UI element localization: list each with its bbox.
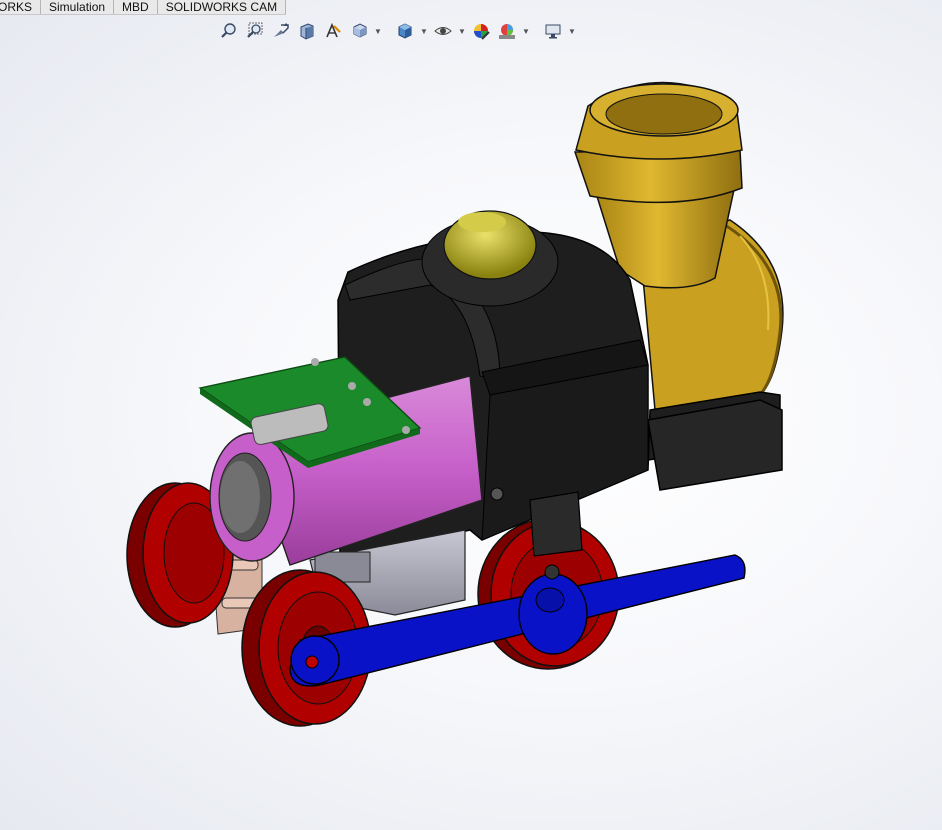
heads-up-view-toolbar: ▼ ▼ ▼ ▼ ▼ <box>218 18 576 44</box>
previous-view-icon <box>274 23 289 37</box>
chevron-down-icon: ▼ <box>568 26 576 36</box>
hide-show-items-dropdown[interactable]: ▼ <box>458 20 466 42</box>
zoom-to-area-icon <box>247 22 263 38</box>
dynamic-annotation-view-button[interactable] <box>322 20 344 42</box>
dynamic-annotation-view-icon <box>326 22 341 38</box>
chevron-down-icon: ▼ <box>420 26 428 36</box>
view-orientation-icon <box>353 23 367 38</box>
locomotive-model[interactable] <box>0 44 942 830</box>
apply-scene-icon <box>499 24 515 39</box>
chevron-down-icon: ▼ <box>522 26 530 36</box>
graphics-area[interactable] <box>0 44 942 830</box>
view-settings-dropdown[interactable]: ▼ <box>568 20 576 42</box>
zoom-to-area-button[interactable] <box>244 20 266 42</box>
chevron-down-icon: ▼ <box>374 26 382 36</box>
command-manager-tabs: ORKS Simulation MBD SOLIDWORKS CAM <box>0 0 287 15</box>
tab-solidworks-cam[interactable]: SOLIDWORKS CAM <box>157 0 287 14</box>
tab-simulation[interactable]: Simulation <box>41 0 115 14</box>
display-style-dropdown[interactable]: ▼ <box>420 20 428 42</box>
hide-show-items-button[interactable] <box>432 20 454 42</box>
view-orientation-button[interactable] <box>348 20 370 42</box>
view-orientation-dropdown[interactable]: ▼ <box>374 20 382 42</box>
section-view-button[interactable] <box>296 20 318 42</box>
edit-appearance-icon <box>474 24 490 40</box>
section-view-icon <box>300 23 314 40</box>
view-settings-button[interactable] <box>542 20 564 42</box>
apply-scene-button[interactable] <box>496 20 518 42</box>
display-style-button[interactable] <box>394 20 416 42</box>
edit-appearance-button[interactable] <box>470 20 492 42</box>
steam-dome[interactable] <box>421 210 559 307</box>
chevron-down-icon: ▼ <box>458 26 466 36</box>
tab-solidworks-addins[interactable]: ORKS <box>0 0 42 14</box>
zoom-to-fit-button[interactable] <box>218 20 240 42</box>
hide-show-items-icon <box>434 27 452 35</box>
display-style-icon <box>398 23 412 39</box>
tab-mbd[interactable]: MBD <box>114 0 158 14</box>
view-settings-icon <box>545 24 561 39</box>
apply-scene-dropdown[interactable]: ▼ <box>522 20 530 42</box>
previous-view-button[interactable] <box>270 20 292 42</box>
zoom-to-fit-icon <box>221 23 236 38</box>
